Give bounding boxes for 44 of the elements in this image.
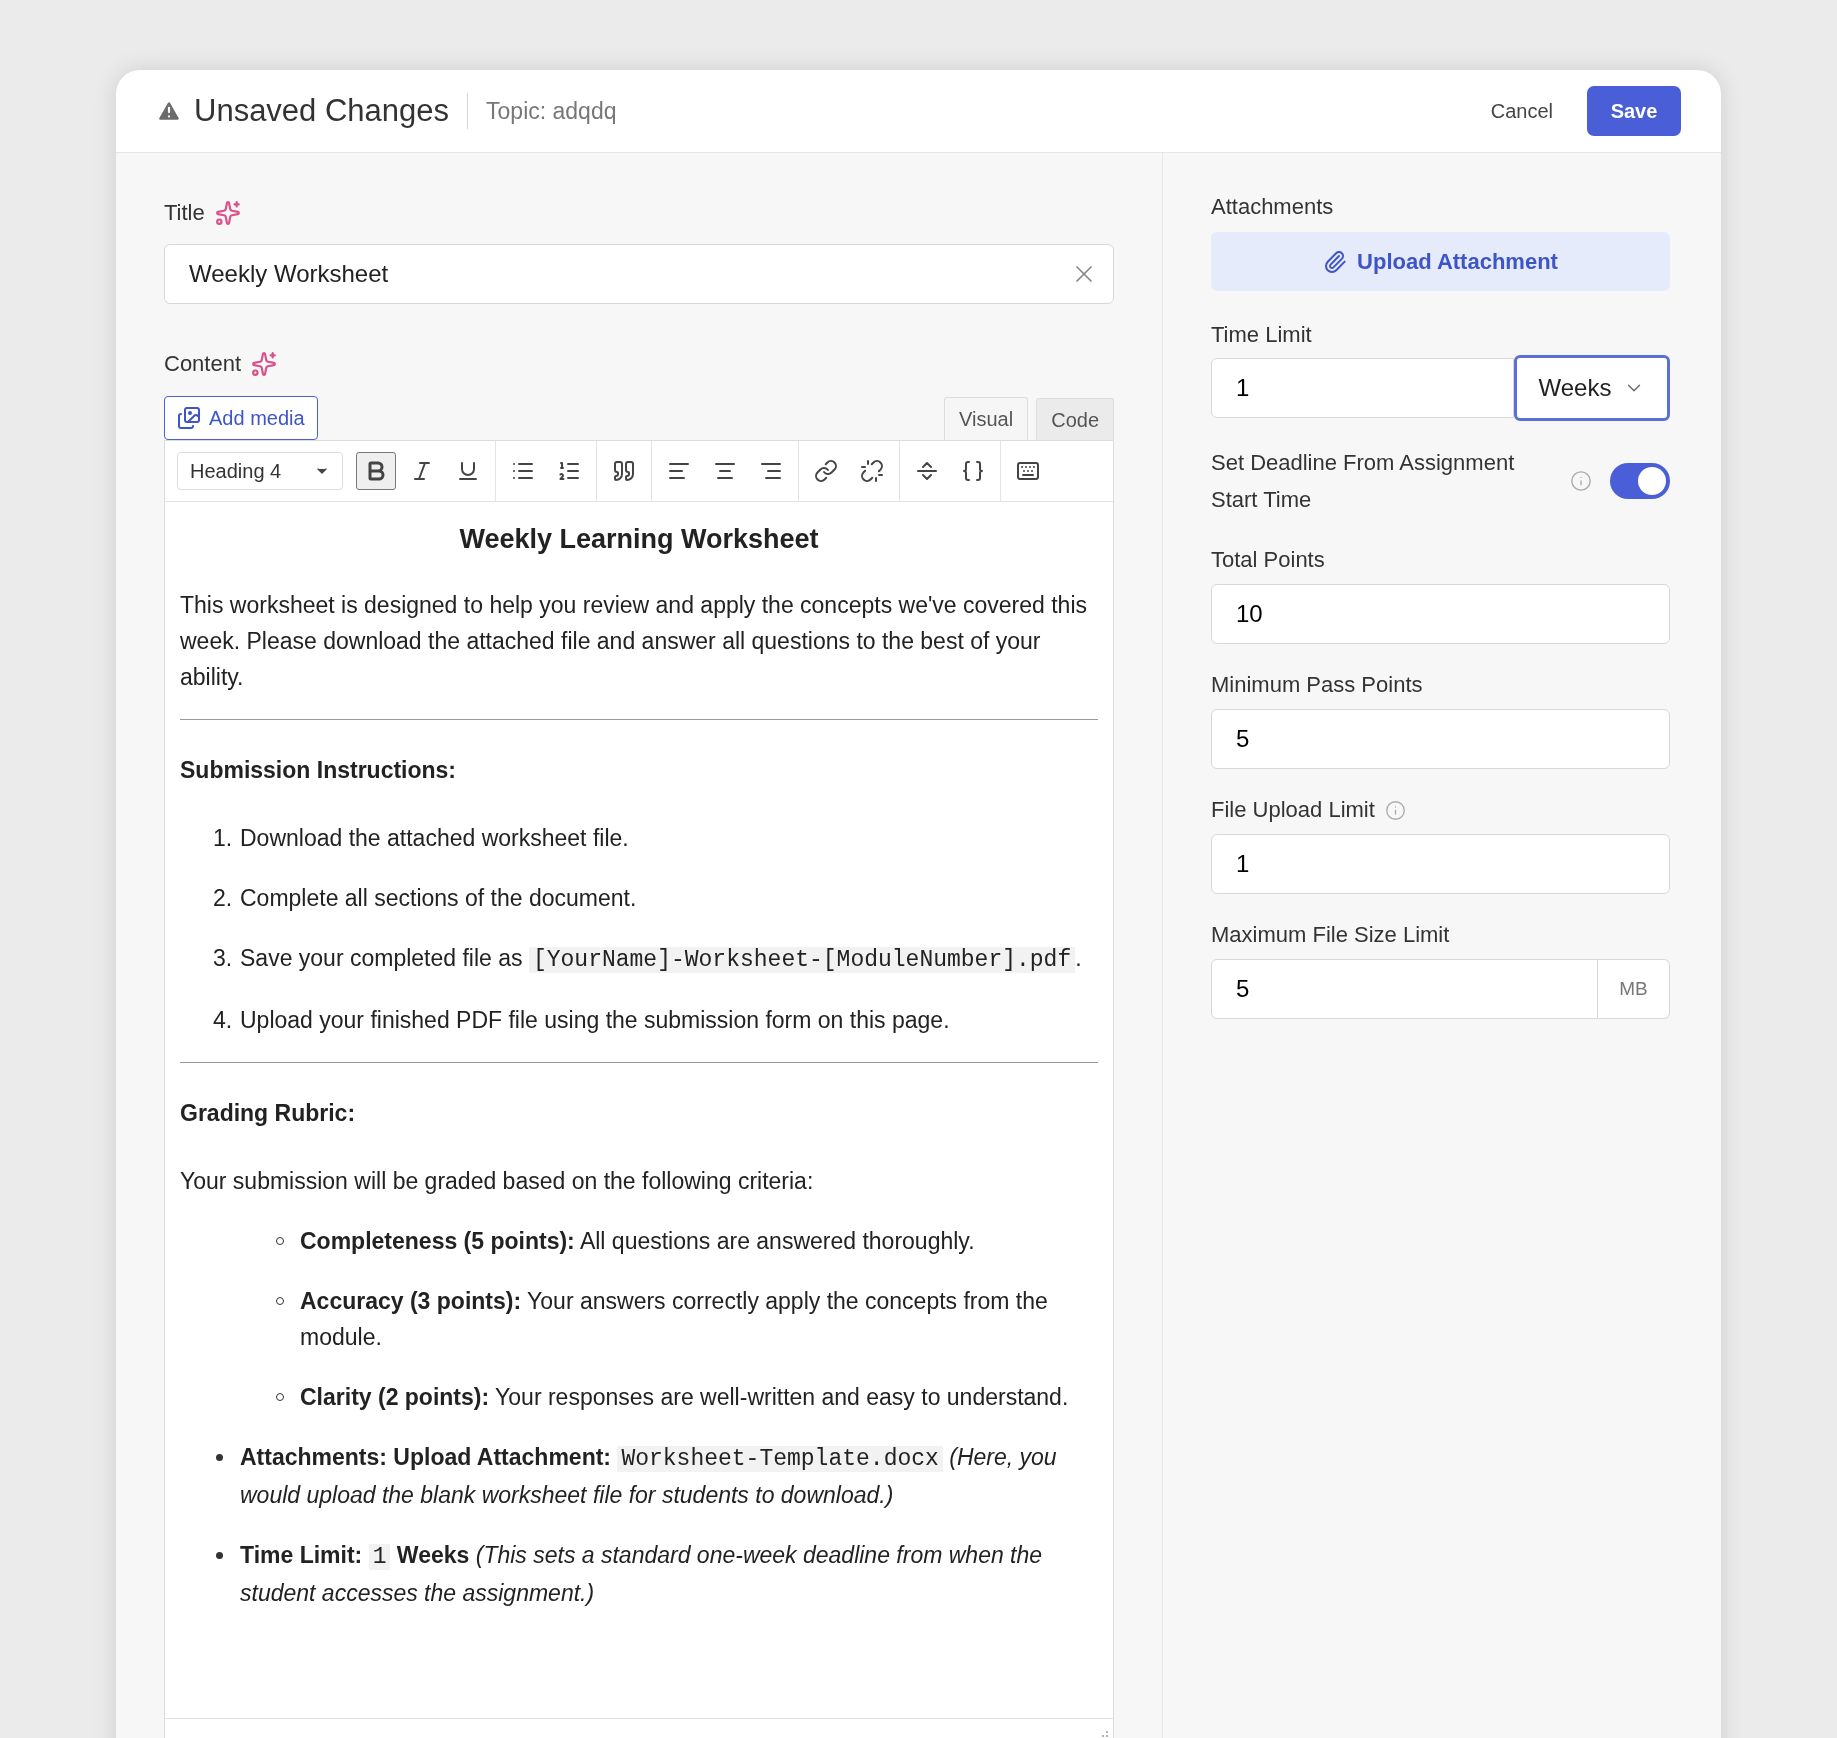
number-field[interactable]: 5: [1211, 959, 1598, 1019]
paragraph: This worksheet is designed to help you review and apply the concepts we've covered this week. Please download the attached file and answer all questions to the best of your ability.: [180, 591, 1088, 692]
list-item: Clarity (2 points): Your responses are well-written and easy to understand.: [300, 1383, 1069, 1412]
paragraph: Your submission will be graded based on the following criteria:: [180, 1167, 815, 1196]
deadline-toggle-label: Set Deadline From Assignment Start Time: [1211, 449, 1516, 514]
field-label: Total Points: [1211, 546, 1325, 574]
field-label: Minimum Pass Points: [1211, 671, 1423, 699]
list-number: 3.: [212, 944, 234, 973]
list-item: Complete all sections of the document.: [240, 884, 637, 913]
field-label: Attachments: [1211, 193, 1335, 221]
list-number: 1.: [212, 824, 234, 853]
save-button[interactable]: Save: [1587, 86, 1681, 136]
list-item: Download the attached worksheet file.: [240, 824, 629, 853]
field-label: Time Limit: [1211, 322, 1312, 347]
list-item: Accuracy (3 points): Your answers correctly apply the concepts from the module.: [300, 1287, 1049, 1352]
editor-tab[interactable]: Visual: [944, 397, 1029, 440]
section-heading: Submission Instructions:: [180, 756, 458, 785]
section-heading: Grading Rubric:: [180, 1099, 357, 1128]
dialog-title: Unsaved Changes: [194, 91, 450, 130]
time-limit-field[interactable]: 1: [1211, 358, 1514, 418]
list-item: Attachments: Upload Attachment: Worksheet-Template.docx (Here, you would upload the blank worksheet file for students to download.): [240, 1443, 1058, 1510]
number-field[interactable]: 1: [1211, 834, 1670, 894]
list-item: Completeness (5 points): All questions are answered thoroughly.: [300, 1227, 975, 1256]
list-number: 4.: [212, 1006, 234, 1035]
field-label: Content: [164, 350, 242, 378]
field-label: Title: [164, 199, 205, 227]
field-label: Maximum File Size Limit: [1211, 921, 1450, 949]
unit-suffix: MB: [1598, 959, 1670, 1019]
document-heading: Weekly Learning Worksheet: [458, 523, 820, 556]
list-number: 2.: [212, 884, 234, 913]
list-item: Upload your finished PDF file using the submission form on this page.: [240, 1006, 950, 1035]
upload-attachment-button[interactable]: Upload Attachment: [1211, 232, 1670, 291]
unit-select[interactable]: Weeks: [1514, 355, 1670, 421]
number-field[interactable]: 10: [1211, 584, 1670, 644]
add-media-button[interactable]: Add media: [164, 396, 318, 440]
number-field[interactable]: 5: [1211, 709, 1670, 769]
list-item: Time Limit: 1 Weeks (This sets a standard one-week deadline from when the student accesses the assignment.): [240, 1541, 1044, 1608]
title-field[interactable]: Weekly Worksheet: [164, 244, 1114, 304]
cancel-button[interactable]: Cancel: [1472, 86, 1571, 136]
list-item: Save your completed file as [YourName]-Worksheet-[ModuleNumber].pdf .: [240, 944, 1082, 975]
editor-tab[interactable]: Code: [1036, 398, 1114, 440]
topic-label: Topic: adqdq: [486, 96, 617, 126]
format-select[interactable]: Heading 4: [177, 452, 343, 490]
field-label: File Upload Limit: [1211, 796, 1375, 824]
